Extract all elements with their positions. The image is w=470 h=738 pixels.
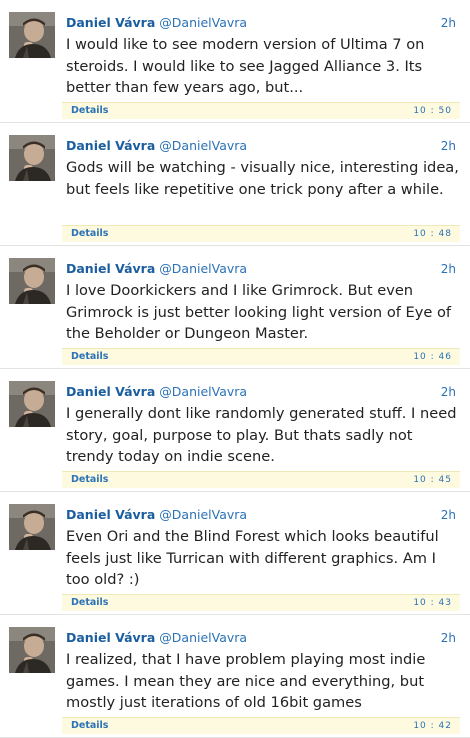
tweet-item: Daniel Vávra @DanielVavra 2h I generally … xyxy=(0,369,470,492)
author-handle[interactable]: @DanielVavra xyxy=(159,507,247,522)
tweet-header: Daniel Vávra @DanielVavra 2h xyxy=(66,14,456,32)
tweet-time: 10 : 42 xyxy=(413,721,452,731)
avatar[interactable] xyxy=(9,504,55,550)
details-bar: Details 10 : 50 xyxy=(62,102,460,119)
details-link[interactable]: Details xyxy=(71,350,108,364)
author-handle[interactable]: @DanielVavra xyxy=(159,138,247,153)
avatar[interactable] xyxy=(9,135,55,181)
tweet-text: I would like to see modern version of Ul… xyxy=(66,36,425,96)
tweet-item: Daniel Vávra @DanielVavra 2h I love Doork… xyxy=(0,246,470,369)
tweet-time: 10 : 50 xyxy=(413,106,452,116)
tweet-text: I love Doorkickers and I like Grimrock. … xyxy=(66,282,452,342)
details-link[interactable]: Details xyxy=(71,104,108,118)
details-bar: Details 10 : 45 xyxy=(62,471,460,488)
tweet-item: Daniel Vávra @DanielVavra 2h Even Ori and… xyxy=(0,492,470,615)
tweet-age[interactable]: 2h xyxy=(441,629,456,647)
tweet-time: 10 : 46 xyxy=(413,352,452,362)
tweet-item: Daniel Vávra @DanielVavra 2h I would like… xyxy=(0,0,470,123)
details-link[interactable]: Details xyxy=(71,596,108,610)
avatar[interactable] xyxy=(9,381,55,427)
details-bar: Details 10 : 46 xyxy=(62,348,460,365)
details-bar: Details 10 : 42 xyxy=(62,717,460,734)
avatar[interactable] xyxy=(9,258,55,304)
tweet-feed: Daniel Vávra @DanielVavra 2h I would like… xyxy=(0,0,470,738)
author-handle[interactable]: @DanielVavra xyxy=(159,630,247,645)
tweet-text: I generally dont like randomly generated… xyxy=(66,405,457,465)
details-link[interactable]: Details xyxy=(71,227,108,241)
tweet-age[interactable]: 2h xyxy=(441,260,456,278)
tweet-age[interactable]: 2h xyxy=(441,506,456,524)
tweet-time: 10 : 43 xyxy=(413,598,452,608)
author-name[interactable]: Daniel Vávra xyxy=(66,630,155,645)
tweet-age[interactable]: 2h xyxy=(441,14,456,32)
tweet-text: Even Ori and the Blind Forest which look… xyxy=(66,528,439,588)
tweet-text: I realized, that I have problem playing … xyxy=(66,651,426,711)
author-handle[interactable]: @DanielVavra xyxy=(159,261,247,276)
tweet-header: Daniel Vávra @DanielVavra 2h xyxy=(66,629,456,647)
details-link[interactable]: Details xyxy=(71,719,108,733)
tweet-header: Daniel Vávra @DanielVavra 2h xyxy=(66,137,456,155)
author-handle[interactable]: @DanielVavra xyxy=(159,15,247,30)
avatar[interactable] xyxy=(9,12,55,58)
tweet-header: Daniel Vávra @DanielVavra 2h xyxy=(66,506,456,524)
author-name[interactable]: Daniel Vávra xyxy=(66,384,155,399)
tweet-age[interactable]: 2h xyxy=(441,383,456,401)
avatar[interactable] xyxy=(9,627,55,673)
tweet-header: Daniel Vávra @DanielVavra 2h xyxy=(66,383,456,401)
tweet-text: Gods will be watching - visually nice, i… xyxy=(66,159,459,198)
author-name[interactable]: Daniel Vávra xyxy=(66,138,155,153)
tweet-item: Daniel Vávra @DanielVavra 2h I realized, … xyxy=(0,615,470,738)
author-name[interactable]: Daniel Vávra xyxy=(66,507,155,522)
tweet-header: Daniel Vávra @DanielVavra 2h xyxy=(66,260,456,278)
author-name[interactable]: Daniel Vávra xyxy=(66,261,155,276)
author-name[interactable]: Daniel Vávra xyxy=(66,15,155,30)
tweet-time: 10 : 45 xyxy=(413,475,452,485)
details-link[interactable]: Details xyxy=(71,473,108,487)
details-bar: Details 10 : 43 xyxy=(62,594,460,611)
tweet-age[interactable]: 2h xyxy=(441,137,456,155)
details-bar: Details 10 : 48 xyxy=(62,225,460,242)
tweet-time: 10 : 48 xyxy=(413,229,452,239)
author-handle[interactable]: @DanielVavra xyxy=(159,384,247,399)
tweet-item: Daniel Vávra @DanielVavra 2h Gods will be… xyxy=(0,123,470,246)
